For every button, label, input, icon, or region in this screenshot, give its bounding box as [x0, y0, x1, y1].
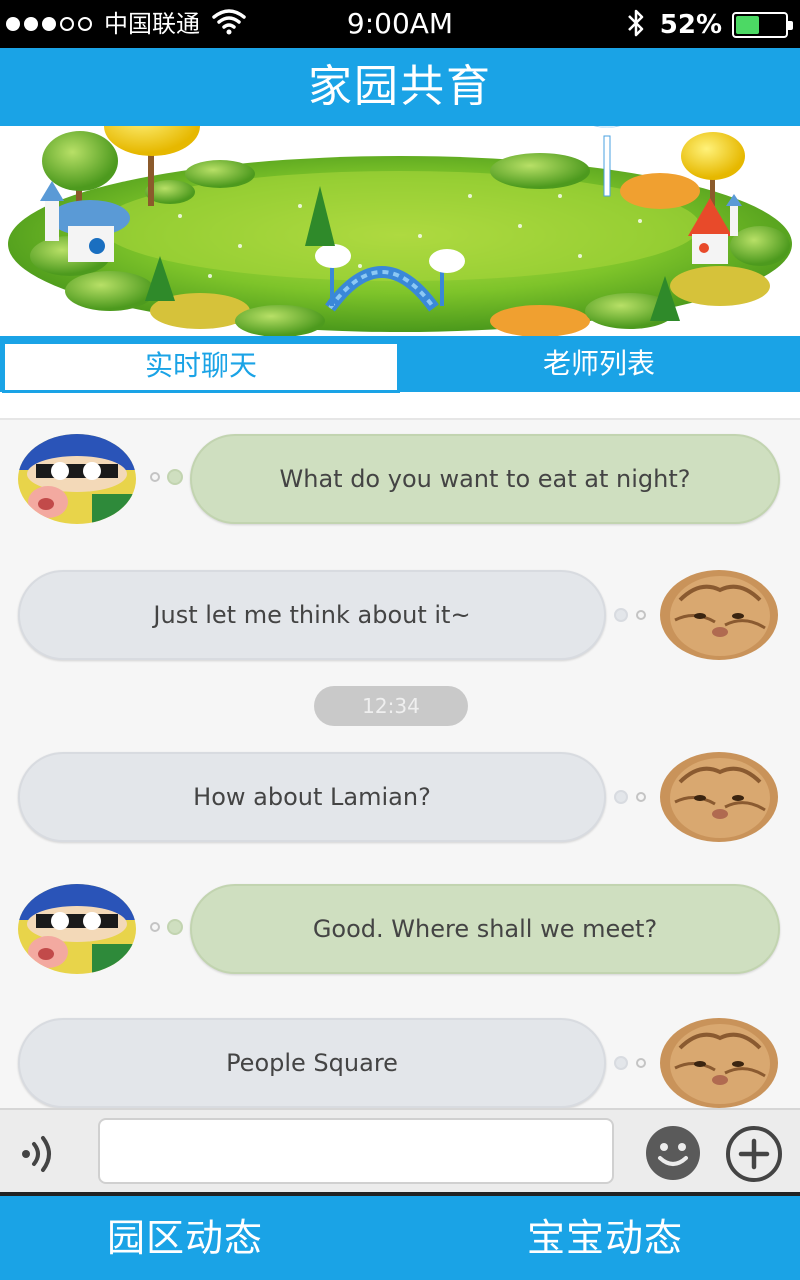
chat-message: What do you want to eat at night? [0, 434, 800, 530]
bubble-tail-icon [636, 610, 646, 620]
chat-message: People Square [0, 1018, 800, 1108]
message-text: How about Lamian? [193, 783, 431, 811]
cat-avatar[interactable] [660, 570, 778, 660]
banner-illustration [0, 126, 800, 336]
message-bubble[interactable]: Good. Where shall we meet? [190, 884, 780, 974]
chat-timestamp: 12:34 [314, 686, 468, 726]
nav-baby-news[interactable]: 宝宝动态 [480, 1196, 730, 1280]
chat-message: Good. Where shall we meet? [0, 884, 800, 980]
status-right: 52% [626, 7, 793, 43]
signal-dot-icon [24, 17, 38, 31]
cat-avatar[interactable] [660, 752, 778, 842]
bubble-tail-icon [636, 1058, 646, 1068]
message-bubble[interactable]: How about Lamian? [18, 752, 606, 842]
message-text: People Square [226, 1049, 398, 1077]
tab-bar: 实时聊天 老师列表 [0, 336, 800, 393]
page-title: 家园共育 [308, 61, 492, 112]
message-bubble[interactable]: What do you want to eat at night? [190, 434, 780, 524]
bubble-tail-icon [636, 792, 646, 802]
cartoon-kid-avatar[interactable] [18, 884, 136, 974]
message-bubble[interactable]: Just let me think about it~ [18, 570, 606, 660]
signal-dot-icon [42, 17, 56, 31]
chat-message: Just let me think about it~ [0, 570, 800, 666]
smiley-icon[interactable] [644, 1124, 702, 1182]
battery-icon [732, 12, 793, 38]
status-bar: 中国联通 9:00AM 52% [0, 0, 800, 48]
plus-icon[interactable] [724, 1124, 784, 1184]
signal-dot-icon [78, 17, 92, 31]
bluetooth-icon [626, 7, 646, 43]
cat-avatar[interactable] [660, 1018, 778, 1108]
signal-dot-icon [60, 17, 74, 31]
bubble-tail-icon [614, 1056, 628, 1070]
message-text: What do you want to eat at night? [279, 465, 691, 493]
carrier-name: 中国联通 [104, 10, 200, 38]
cartoon-kid-avatar[interactable] [18, 434, 136, 524]
message-text: Just let me think about it~ [153, 601, 471, 629]
message-input-bar [0, 1108, 800, 1192]
battery-fill [736, 16, 760, 34]
voice-icon[interactable] [18, 1132, 62, 1176]
signal-dot-icon [6, 17, 20, 31]
message-input[interactable] [98, 1118, 614, 1184]
battery-percent: 52% [659, 10, 722, 40]
chat-area[interactable]: What do you want to eat at night? Just l… [0, 418, 800, 1108]
bubble-tail-icon [614, 790, 628, 804]
message-bubble[interactable]: People Square [18, 1018, 606, 1108]
tab-teacher-list[interactable]: 老师列表 [400, 342, 798, 392]
wifi-icon [212, 9, 246, 39]
status-left: 中国联通 [6, 8, 246, 40]
park-illustration [8, 126, 792, 336]
chat-message: How about Lamian? [0, 752, 800, 848]
message-text: Good. Where shall we meet? [312, 915, 658, 943]
bubble-tail-icon [167, 469, 183, 485]
bubble-tail-icon [614, 608, 628, 622]
nav-campus-news[interactable]: 园区动态 [60, 1196, 310, 1280]
title-bar: 家园共育 [0, 48, 800, 126]
bubble-tail-icon [150, 922, 160, 932]
battery-tip [788, 21, 793, 30]
bottom-nav: 园区动态 宝宝动态 [0, 1196, 800, 1280]
bubble-tail-icon [150, 472, 160, 482]
tab-realtime-chat[interactable]: 实时聊天 [2, 341, 400, 393]
bubble-tail-icon [167, 919, 183, 935]
